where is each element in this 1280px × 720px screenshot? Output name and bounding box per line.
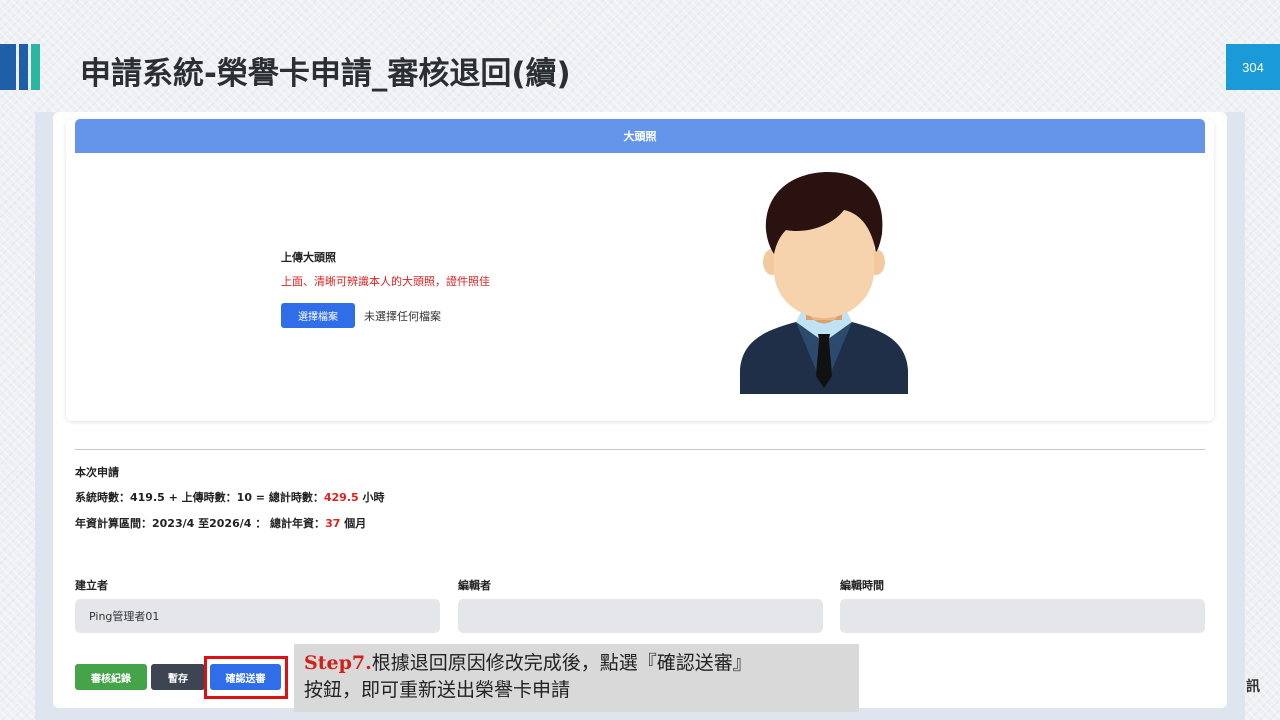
person-avatar-icon xyxy=(740,172,908,394)
page-number: 304 xyxy=(1226,44,1280,90)
choose-file-button[interactable]: 選擇檔案 xyxy=(281,303,355,328)
no-file-selected-text: 未選擇任何檔案 xyxy=(364,310,441,323)
callout-line-1: Step7.根據退回原因修改完成後，點選『確認送審』 xyxy=(304,650,849,677)
seniority-total: 37 xyxy=(325,517,341,530)
photo-section-header: 大頭照 xyxy=(75,119,1205,153)
hours-suffix: 小時 xyxy=(358,491,385,504)
callout-text-2: 按鈕，即可重新送出榮譽卡申請 xyxy=(304,679,571,701)
creator-label: 建立者 xyxy=(75,579,108,592)
save-draft-button[interactable]: 暫存 xyxy=(151,664,205,690)
upload-photo-label: 上傳大頭照 xyxy=(281,251,336,264)
header-accent-bar xyxy=(31,44,40,90)
review-history-button[interactable]: 審核紀錄 xyxy=(75,664,147,690)
submit-highlight-box xyxy=(204,656,288,699)
editor-field[interactable] xyxy=(458,599,823,633)
section-divider xyxy=(75,449,1205,450)
upload-photo-hint: 上面、清晰可辨識本人的大頭照，證件照佳 xyxy=(281,275,490,288)
seniority-prefix: 年資計算區間：2023/4 至2026/4 ： 總計年資： xyxy=(75,517,326,530)
creator-field[interactable]: Ping管理者01 xyxy=(75,599,440,633)
instruction-callout: Step7.根據退回原因修改完成後，點選『確認送審』 按鈕，即可重新送出榮譽卡申… xyxy=(294,644,859,712)
corner-logo-mark: 訊 xyxy=(1246,679,1260,695)
hours-total: 429.5 xyxy=(323,491,359,504)
slide-header: 申請系統-榮譽卡申請_審核退回(續) 304 xyxy=(0,44,1280,92)
header-accent-bar xyxy=(19,44,28,90)
step-label: Step7. xyxy=(304,652,372,674)
page-title: 申請系統-榮譽卡申請_審核退回(續) xyxy=(80,56,571,92)
edit-time-label: 編輯時間 xyxy=(840,579,884,592)
hours-prefix: 系統時數：419.5 + 上傳時數：10 = 總計時數： xyxy=(75,491,324,504)
callout-text-1: 根據退回原因修改完成後，點選『確認送審』 xyxy=(371,652,752,674)
edit-time-field[interactable] xyxy=(840,599,1205,633)
summary-title: 本次申請 xyxy=(75,466,119,479)
seniority-summary: 年資計算區間：2023/4 至2026/4 ： 總計年資：37 個月 xyxy=(75,515,366,531)
header-accent-bar xyxy=(0,44,16,90)
photo-card xyxy=(66,119,1214,421)
hours-summary: 系統時數：419.5 + 上傳時數：10 = 總計時數：429.5 小時 xyxy=(75,489,385,505)
editor-label: 編輯者 xyxy=(458,579,491,592)
seniority-suffix: 個月 xyxy=(340,517,367,530)
